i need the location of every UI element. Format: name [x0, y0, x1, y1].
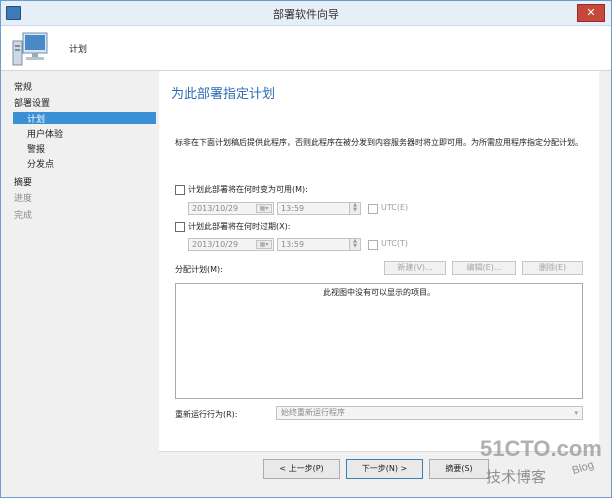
page-heading: 为此部署指定计划 [171, 87, 276, 102]
chevron-down-icon: ▾ [574, 409, 578, 417]
expire-date-value: 2013/10/29 [192, 240, 239, 249]
expire-checkbox[interactable] [175, 222, 185, 232]
edit-schedule-button[interactable]: 编辑(E)... [452, 261, 516, 275]
nav-item-distribution-points[interactable]: 分发点 [27, 157, 54, 170]
rerun-label: 重新运行行为(R): [175, 410, 238, 419]
footer-divider [159, 451, 599, 452]
available-checkbox[interactable] [175, 185, 185, 195]
nav-item-general[interactable]: 常规 [14, 80, 32, 93]
expire-utc-checkbox[interactable] [368, 240, 378, 250]
available-label: 计划此部署将在何时变为可用(M): [188, 185, 308, 194]
rerun-behavior-select[interactable]: 始终重新运行程序 ▾ [276, 406, 583, 420]
wizard-header: 计划 [1, 26, 611, 71]
previous-button[interactable]: < 上一步(P) [263, 459, 340, 479]
available-utc-label: UTC(E) [381, 203, 409, 212]
expire-time-field[interactable]: 13:59 ▲ ▼ [277, 238, 361, 251]
wizard-window: 部署软件向导 ✕ 计划 常规 部署设置 计划 用户体验 警报 分发点 摘要 进度… [0, 0, 612, 498]
summary-button[interactable]: 摘要(S) [429, 459, 489, 479]
page-title: 计划 [69, 45, 88, 55]
time-spinner-icon[interactable]: ▲ ▼ [349, 239, 360, 250]
nav-item-summary[interactable]: 摘要 [14, 175, 32, 188]
new-schedule-button[interactable]: 新建(V)... [384, 261, 446, 275]
wizard-nav: 常规 部署设置 计划 用户体验 警报 分发点 摘要 进度 完成 [1, 71, 158, 474]
calendar-icon[interactable]: ▦▾ [256, 204, 272, 213]
expire-time-value: 13:59 [281, 240, 305, 249]
nav-item-alerts[interactable]: 警报 [27, 142, 45, 155]
empty-list-message: 此视图中没有可以显示的项目。 [323, 288, 435, 297]
schedule-description: 标非在下面计划稿后提供此程序，否则此程序在被分发到内容服务器时将立即可用。为所需… [175, 138, 583, 147]
nav-item-completion: 完成 [14, 211, 33, 221]
next-button[interactable]: 下一步(N) > [346, 459, 423, 479]
available-time-value: 13:59 [281, 204, 305, 213]
delete-schedule-button[interactable]: 删除(E) [522, 261, 583, 275]
content-pane: 为此部署指定计划 标非在下面计划稿后提供此程序，否则此程序在被分发到内容服务器时… [159, 71, 599, 451]
nav-item-schedule[interactable]: 计划 [27, 112, 45, 125]
nav-item-progress: 进度 [14, 194, 33, 204]
calendar-icon[interactable]: ▦▾ [256, 240, 272, 249]
title-bar: 部署软件向导 ✕ [1, 1, 611, 26]
expire-utc-label: UTC(T) [381, 239, 408, 248]
window-title: 部署软件向导 [273, 8, 339, 21]
available-utc-checkbox[interactable] [368, 204, 378, 214]
assignment-label: 分配计划(M): [175, 265, 223, 274]
available-time-field[interactable]: 13:59 ▲ ▼ [277, 202, 361, 215]
rerun-behavior-value: 始终重新运行程序 [281, 408, 345, 417]
expire-date-field[interactable]: 2013/10/29 ▦▾ [188, 238, 274, 251]
available-date-field[interactable]: 2013/10/29 ▦▾ [188, 202, 274, 215]
expire-label: 计划此部署将在何时过期(X): [188, 222, 291, 231]
nav-item-deployment-settings[interactable]: 部署设置 [14, 96, 50, 109]
computer-icon [12, 32, 48, 66]
assignment-schedule-list[interactable]: 此视图中没有可以显示的项目。 [175, 283, 583, 399]
time-spinner-icon[interactable]: ▲ ▼ [349, 203, 360, 214]
nav-item-user-experience[interactable]: 用户体验 [27, 127, 63, 140]
close-icon[interactable]: ✕ [577, 4, 605, 22]
available-date-value: 2013/10/29 [192, 204, 239, 213]
